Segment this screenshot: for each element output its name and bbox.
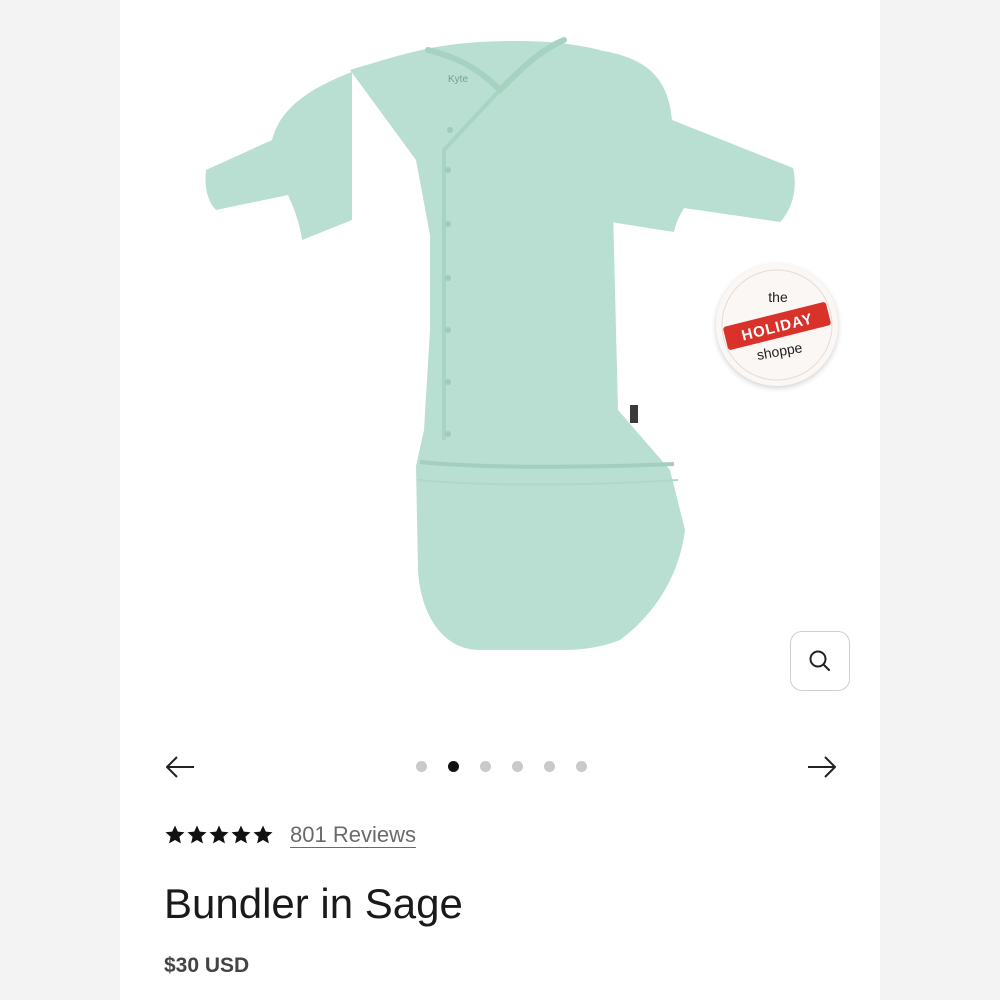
zoom-button[interactable]	[790, 631, 850, 691]
product-title: Bundler in Sage	[164, 880, 463, 927]
reviews-link[interactable]: 801 Reviews	[290, 822, 416, 848]
star-icon	[253, 825, 273, 844]
product-page: Kyte the HOLIDAY shoppe 801 Reviews Bund…	[120, 0, 880, 1000]
pagination-dot[interactable]	[544, 761, 555, 772]
pagination-dot[interactable]	[416, 761, 427, 772]
rating-row: 801 Reviews	[164, 822, 416, 848]
brand-tag: Kyte	[448, 74, 468, 85]
search-icon	[809, 650, 830, 671]
star-icon	[187, 825, 207, 844]
previous-image-button[interactable]	[162, 751, 198, 783]
holiday-shoppe-badge: the HOLIDAY shoppe	[716, 264, 838, 386]
star-rating	[164, 824, 274, 846]
badge-top-text: the	[768, 289, 788, 305]
next-image-button[interactable]	[804, 751, 840, 783]
pagination-dot[interactable]	[512, 761, 523, 772]
star-icon	[231, 825, 251, 844]
pagination-dot[interactable]	[576, 761, 587, 772]
garment: Kyte	[205, 37, 795, 651]
pagination-dot[interactable]	[480, 761, 491, 772]
pagination-dot[interactable]	[448, 761, 459, 772]
arrow-left-icon	[166, 756, 194, 778]
image-pagination-dots	[416, 761, 587, 772]
arrow-right-icon	[808, 756, 836, 778]
product-gallery[interactable]: Kyte the HOLIDAY shoppe	[120, 0, 880, 720]
star-icon	[209, 825, 229, 844]
star-icon	[165, 825, 185, 844]
product-price: $30 USD	[164, 954, 250, 977]
gallery-navigation	[120, 745, 880, 789]
